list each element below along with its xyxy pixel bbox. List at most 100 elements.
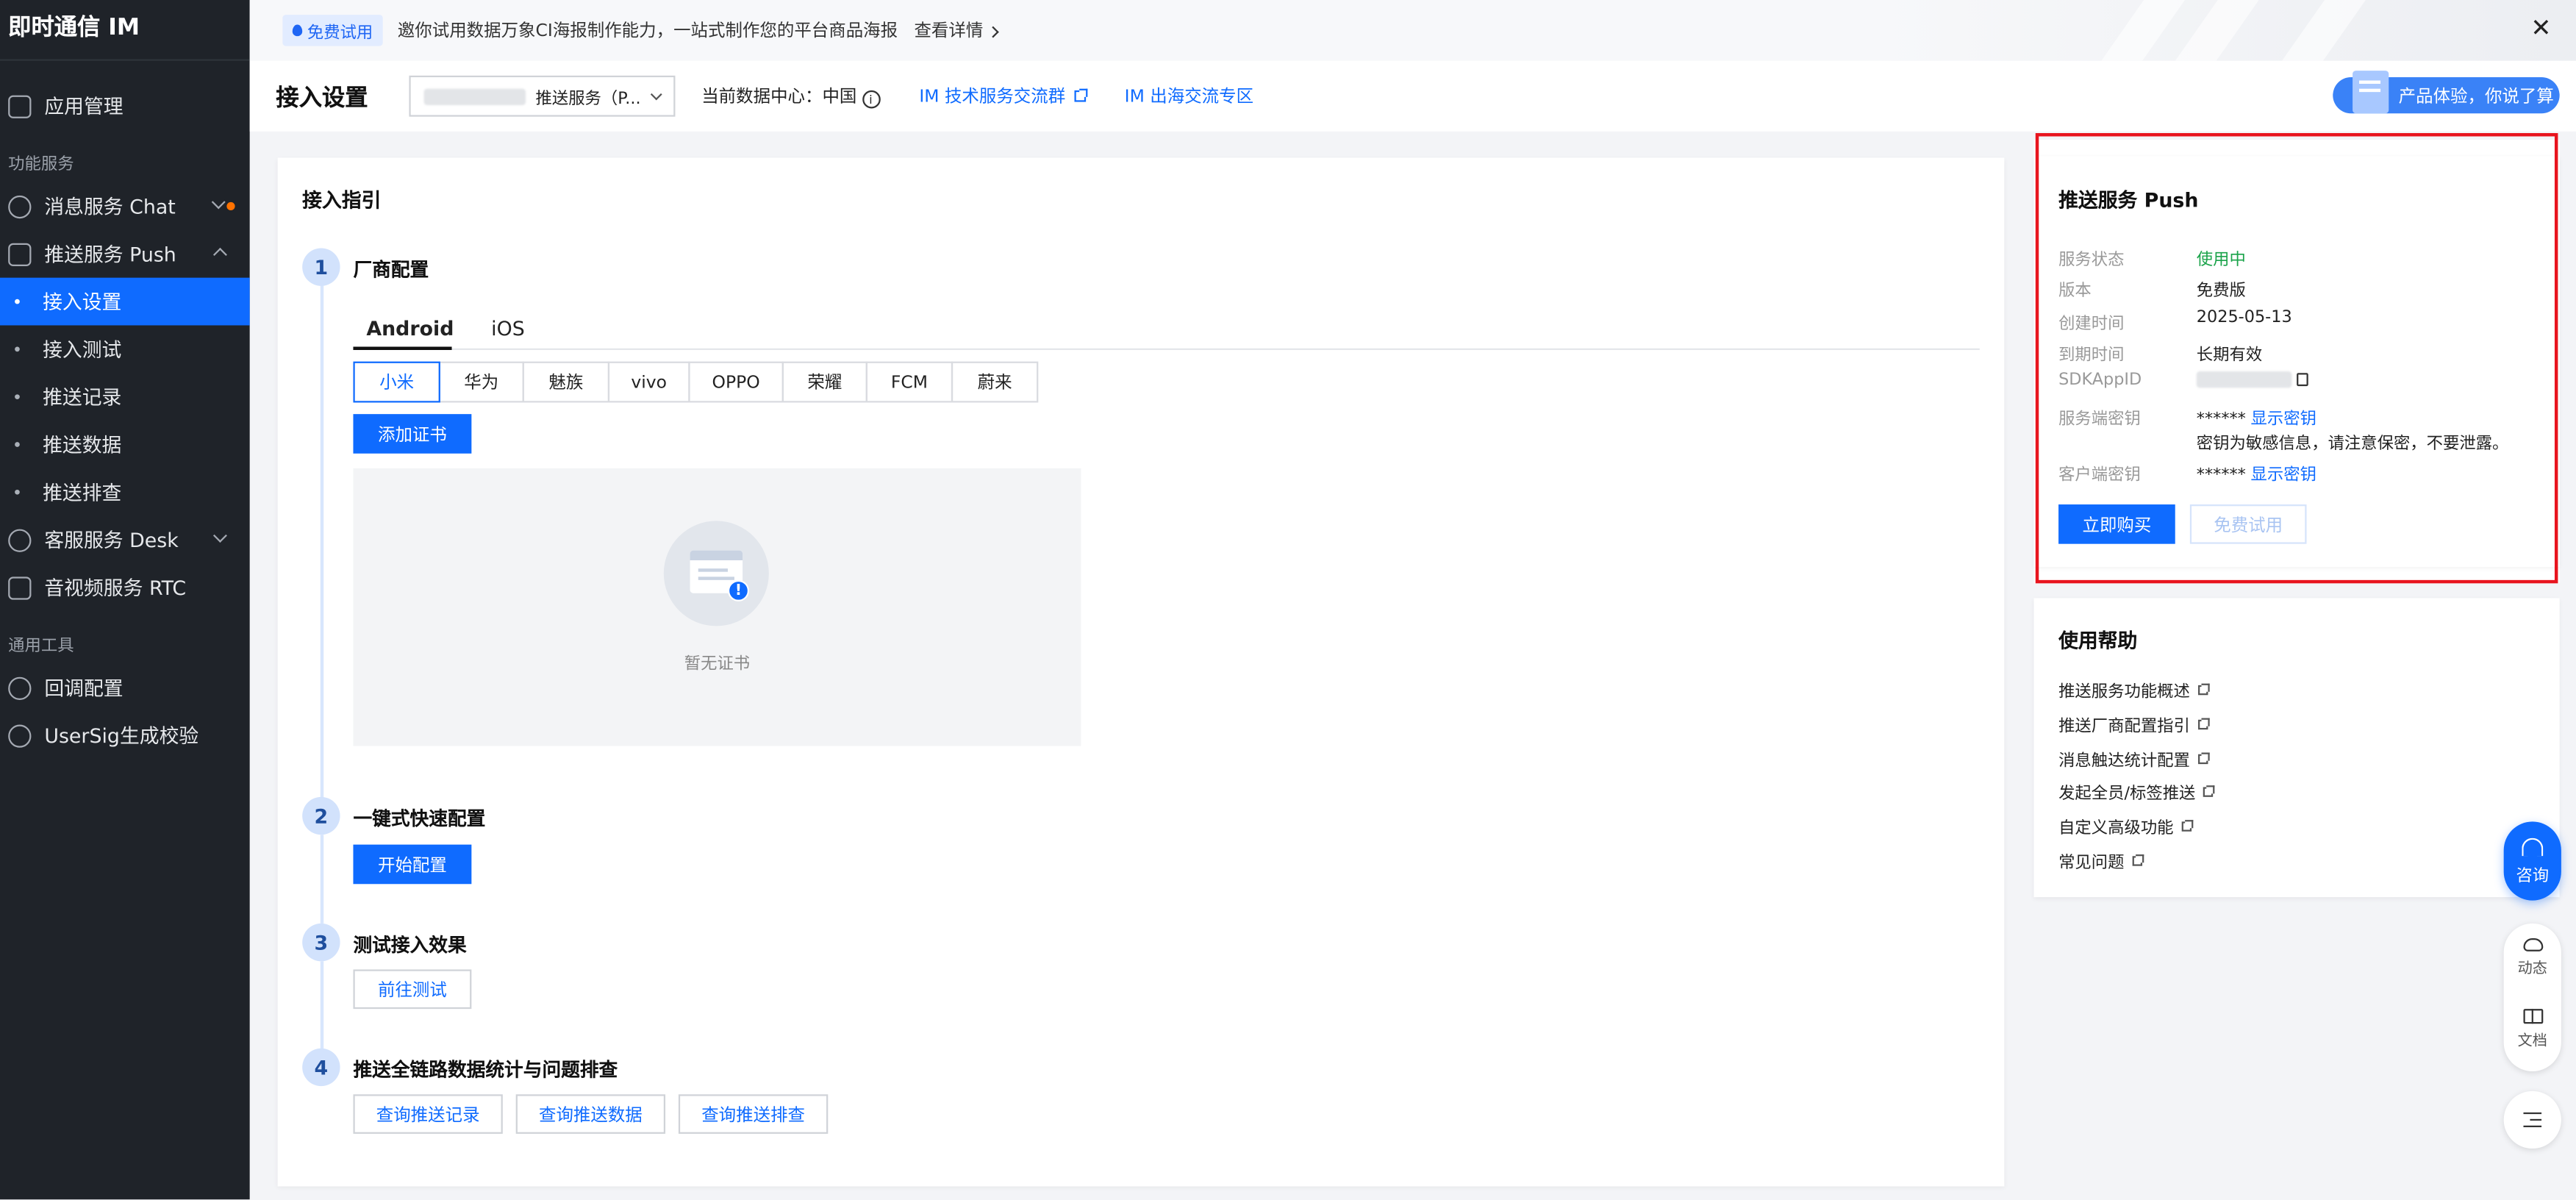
chevron-right-icon: [987, 26, 1000, 38]
show-client-key-link[interactable]: 显示密钥: [2251, 467, 2316, 485]
certificate-empty-state: ! 暂无证书: [353, 468, 1081, 746]
tag-label: 免费试用: [307, 24, 373, 43]
feedback-label: 产品体验，你说了算: [2398, 86, 2554, 107]
free-trial-tag: 免费试用: [282, 15, 383, 46]
vendor-nio[interactable]: 蔚来: [951, 361, 1039, 403]
sidebar-item-label: 推送记录: [43, 386, 122, 410]
menu-button[interactable]: [2503, 1090, 2561, 1149]
sidebar: 即时通信 IM 应用管理 功能服务 消息服务 Chat 推送服务 Push 接入…: [0, 0, 250, 1200]
external-link-icon: [2198, 682, 2210, 695]
feedback-button[interactable]: 产品体验，你说了算: [2333, 71, 2560, 114]
external-link-icon: [1073, 88, 1087, 102]
help-link-faq[interactable]: 常见问题: [2058, 848, 2144, 873]
data-center-text: 当前数据中心：中国: [701, 86, 857, 107]
consult-button[interactable]: 咨询: [2503, 821, 2561, 901]
help-title: 使用帮助: [2058, 629, 2138, 653]
step-connector: [320, 835, 324, 924]
news-button[interactable]: 动态: [2504, 938, 2561, 978]
sidebar-item-label: 回调配置: [44, 676, 124, 700]
sidebar-item-label: 应用管理: [44, 95, 124, 118]
vendor-oppo[interactable]: OPPO: [688, 361, 784, 403]
docs-button[interactable]: 文档: [2504, 1009, 2561, 1050]
chevron-down-icon: [211, 195, 226, 210]
add-certificate-button[interactable]: 添加证书: [353, 414, 472, 454]
show-server-key-link[interactable]: 显示密钥: [2251, 411, 2316, 429]
server-key-value: ****** 显示密钥: [2197, 404, 2316, 429]
sidebar-item-app-management[interactable]: 应用管理: [0, 82, 250, 130]
close-icon[interactable]: ✕: [2530, 15, 2551, 40]
sidebar-item-callback[interactable]: 回调配置: [0, 664, 250, 712]
help-link-broadcast[interactable]: 发起全员/标签推送: [2058, 779, 2216, 804]
chat-bubble-icon: [8, 194, 32, 218]
external-link-icon: [2203, 785, 2216, 796]
external-link-icon: [2132, 853, 2144, 865]
bullet-icon: [15, 442, 20, 447]
banner-decoration: [2282, 0, 2366, 61]
empty-text: 暂无证书: [684, 655, 751, 674]
banner-details-link[interactable]: 查看详情: [914, 18, 1000, 43]
tab-android[interactable]: Android: [353, 314, 454, 350]
server-key-label: 服务端密钥: [2058, 410, 2141, 429]
sidebar-item-push[interactable]: 推送服务 Push: [0, 230, 250, 278]
expire-value: 长期有效: [2196, 346, 2263, 365]
sidebar-item-desk[interactable]: 客服服务 Desk: [0, 516, 250, 564]
query-push-records-button[interactable]: 查询推送记录: [353, 1094, 503, 1134]
vendor-vivo[interactable]: vivo: [607, 361, 690, 403]
vendor-honor[interactable]: 荣耀: [781, 361, 867, 403]
status-label: 服务状态: [2058, 251, 2125, 270]
sidebar-subitem-push-records[interactable]: 推送记录: [0, 373, 250, 421]
app-selector[interactable]: 推送服务（P...: [409, 75, 676, 117]
overseas-link[interactable]: IM 出海交流专区: [1125, 84, 1253, 109]
help-link-overview[interactable]: 推送服务功能概述: [2058, 677, 2210, 701]
sidebar-subitem-push-data[interactable]: 推送数据: [0, 421, 250, 468]
book-icon: [2522, 1009, 2543, 1024]
floating-tools: 动态 文档: [2503, 923, 2561, 1072]
vendor-xiaomi[interactable]: 小米: [353, 361, 440, 403]
video-icon: [8, 576, 32, 599]
page-title: 接入设置: [276, 85, 368, 111]
start-config-button[interactable]: 开始配置: [353, 844, 472, 885]
sidebar-item-chat[interactable]: 消息服务 Chat: [0, 182, 250, 230]
copy-icon[interactable]: [2297, 373, 2308, 387]
brand-title: 即时通信 IM: [0, 0, 250, 61]
help-link-advanced[interactable]: 自定义高级功能: [2058, 813, 2194, 838]
bullet-icon: [15, 299, 20, 304]
sidebar-subitem-access-test[interactable]: 接入测试: [0, 325, 250, 373]
expire-label: 到期时间: [2058, 346, 2125, 365]
server-key-mask: ******: [2196, 410, 2246, 429]
help-link-vendor-guide[interactable]: 推送厂商配置指引: [2058, 712, 2210, 736]
free-trial-button: 免费试用: [2189, 504, 2307, 544]
vendor-meizu[interactable]: 魅族: [522, 361, 610, 403]
sidebar-subitem-push-troubleshoot[interactable]: 推送排查: [0, 468, 250, 516]
sidebar-item-label: 接入设置: [43, 290, 122, 314]
sidebar-subitem-access-settings[interactable]: 接入设置: [0, 277, 250, 326]
info-icon[interactable]: i: [862, 90, 880, 110]
service-info-panel: 推送服务 Push 服务状态 使用中 版本 免费版 创建时间 2025-05-1…: [2033, 156, 2560, 567]
query-push-data-button[interactable]: 查询推送数据: [515, 1094, 666, 1134]
service-title: 推送服务 Push: [2058, 188, 2199, 213]
version-label: 版本: [2058, 282, 2092, 301]
tab-ios[interactable]: iOS: [491, 314, 525, 350]
link-label: 自定义高级功能: [2058, 820, 2174, 838]
sidebar-section-features: 功能服务: [8, 156, 74, 174]
sidebar-item-usersig[interactable]: UserSig生成校验: [0, 712, 250, 760]
help-card: 使用帮助 推送服务功能概述 推送厂商配置指引 消息触达统计配置 发起全员/标签推…: [2033, 598, 2560, 898]
vendor-huawei[interactable]: 华为: [438, 361, 524, 403]
query-push-troubleshoot-button[interactable]: 查询推送排查: [678, 1094, 829, 1134]
notification-dot: [226, 201, 235, 211]
send-icon: [8, 242, 32, 265]
step-3-number: 3: [302, 923, 340, 962]
sidebar-item-label: UserSig生成校验: [44, 724, 199, 748]
platform-tabs: Android iOS: [353, 314, 1980, 350]
buy-now-button[interactable]: 立即购买: [2058, 504, 2175, 544]
bullet-icon: [15, 346, 20, 352]
go-test-button[interactable]: 前往测试: [353, 969, 472, 1010]
created-value: 2025-05-13: [2196, 309, 2292, 327]
link-label: 查看详情: [914, 21, 984, 41]
service-info-card: 推送服务 Push 服务状态 使用中 版本 免费版 创建时间 2025-05-1…: [2033, 139, 2560, 584]
app-management-icon: [8, 94, 32, 118]
vendor-fcm[interactable]: FCM: [865, 361, 954, 403]
tech-group-link[interactable]: IM 技术服务交流群: [919, 84, 1087, 109]
sidebar-item-rtc[interactable]: 音视频服务 RTC: [0, 564, 250, 612]
help-link-reach-stats[interactable]: 消息触达统计配置: [2058, 746, 2210, 771]
